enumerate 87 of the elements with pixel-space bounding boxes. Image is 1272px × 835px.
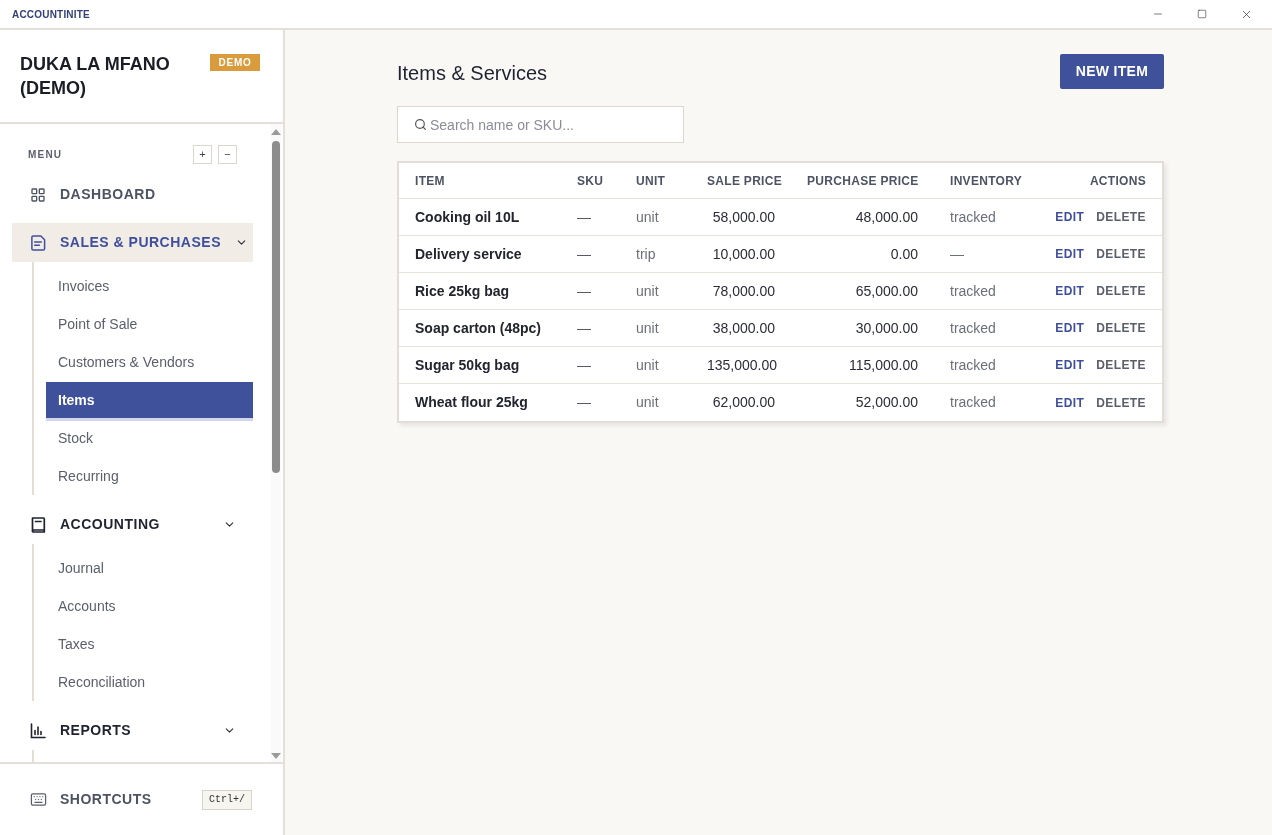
table-cell-text: tracked bbox=[949, 393, 997, 412]
nav-item[interactable]: Accounts bbox=[46, 588, 253, 624]
nav-group-item[interactable]: DASHBOARD bbox=[12, 175, 253, 214]
search-field[interactable]: Search name or SKU... bbox=[397, 106, 684, 143]
delete-button[interactable]: DELETE bbox=[1096, 356, 1146, 374]
table-cell-text: — bbox=[576, 207, 592, 227]
edit-button[interactable]: EDIT bbox=[1055, 319, 1085, 337]
table-cell-text: 38,000.00 bbox=[711, 318, 776, 338]
page-title: Items & Services bbox=[397, 61, 548, 86]
table-cell-text: tracked bbox=[949, 207, 997, 227]
table-cell-text: unit bbox=[635, 207, 660, 227]
delete-button[interactable]: DELETE bbox=[1096, 319, 1146, 337]
table-cell-text: 65,000.00 bbox=[854, 281, 919, 301]
nav-group-item[interactable]: SALES & PURCHASES bbox=[12, 223, 253, 262]
nav-item[interactable]: Customers & Vendors bbox=[46, 344, 253, 380]
table-cell-text: unit bbox=[635, 355, 660, 375]
nav-item[interactable]: Taxes bbox=[46, 626, 253, 662]
nav-item[interactable]: Stock bbox=[46, 420, 253, 456]
new-item-button[interactable]: NEW ITEM bbox=[1060, 54, 1164, 89]
expand-all-button[interactable]: + bbox=[193, 145, 212, 164]
column-header: ACTIONS bbox=[1088, 172, 1147, 190]
delete-button[interactable]: DELETE bbox=[1096, 245, 1146, 263]
table-cell-text: Delivery service bbox=[414, 244, 523, 264]
table-cell-text: unit bbox=[635, 393, 660, 412]
table-cell-text: 58,000.00 bbox=[711, 207, 776, 227]
edit-button[interactable]: EDIT bbox=[1055, 393, 1085, 412]
grid-icon bbox=[30, 186, 46, 203]
column-header: PURCHASE PRICE bbox=[806, 172, 920, 190]
table-cell-text: unit bbox=[635, 318, 660, 338]
table-cell-text: 52,000.00 bbox=[854, 393, 919, 412]
delete-button[interactable]: DELETE bbox=[1096, 393, 1146, 412]
table-cell-text: 0.00 bbox=[889, 244, 919, 264]
table-cell-text: tracked bbox=[949, 355, 997, 375]
table-cell-text: 135,000.00 bbox=[706, 355, 779, 375]
table-cell-text: — bbox=[576, 318, 592, 338]
nav-item[interactable]: Point of Sale bbox=[46, 306, 253, 342]
nav-item[interactable]: Recurring bbox=[46, 458, 253, 494]
keyboard-icon bbox=[30, 791, 47, 808]
collapse-all-button[interactable]: − bbox=[218, 145, 237, 164]
column-header: SKU bbox=[576, 172, 605, 190]
column-header: SALE PRICE bbox=[706, 172, 783, 190]
column-header: UNIT bbox=[635, 172, 667, 190]
table-cell-text: — bbox=[949, 244, 965, 264]
edit-button[interactable]: EDIT bbox=[1055, 245, 1085, 263]
table-cell-text: Wheat flour 25kg bbox=[414, 393, 529, 412]
nav-item[interactable]: Invoices bbox=[46, 268, 253, 304]
nav-item[interactable]: Reconciliation bbox=[46, 664, 253, 700]
table-cell-text: Rice 25kg bag bbox=[414, 281, 511, 301]
table-cell-text: trip bbox=[635, 244, 657, 264]
app-name: ACCOUNTINITE bbox=[11, 7, 90, 22]
table-cell-text: — bbox=[576, 244, 592, 264]
edit-button[interactable]: EDIT bbox=[1055, 208, 1085, 226]
column-header: INVENTORY bbox=[949, 172, 1024, 190]
delete-button[interactable]: DELETE bbox=[1096, 282, 1146, 300]
table-cell-text: Cooking oil 10L bbox=[414, 207, 521, 227]
table-cell-text: 30,000.00 bbox=[854, 318, 919, 338]
bar-chart-icon bbox=[30, 722, 46, 739]
table-cell-text: Sugar 50kg bag bbox=[414, 355, 521, 375]
company-name: DUKA LA MFANO (DEMO) bbox=[20, 53, 171, 100]
table-cell-text: 62,000.00 bbox=[711, 393, 776, 412]
table-cell-text: 78,000.00 bbox=[711, 281, 776, 301]
table-cell-text: unit bbox=[635, 281, 660, 301]
table-cell-text: — bbox=[576, 393, 592, 412]
demo-badge: DEMO bbox=[210, 54, 260, 71]
delete-button[interactable]: DELETE bbox=[1096, 208, 1146, 226]
edit-button[interactable]: EDIT bbox=[1055, 356, 1085, 374]
nav-item[interactable]: Items bbox=[46, 382, 253, 418]
table-cell-text: tracked bbox=[949, 281, 997, 301]
table-cell-text: — bbox=[576, 281, 592, 301]
table-cell-text: tracked bbox=[949, 318, 997, 338]
table-cell-text: — bbox=[576, 355, 592, 375]
table-cell-text: Soap carton (48pc) bbox=[414, 318, 543, 338]
maximize-icon[interactable] bbox=[1197, 9, 1207, 19]
nav-group-item[interactable]: REPORTS bbox=[12, 711, 253, 750]
nav-item[interactable]: Journal bbox=[46, 550, 253, 586]
edit-button[interactable]: EDIT bbox=[1055, 282, 1085, 300]
table-cell-text: 48,000.00 bbox=[854, 207, 919, 227]
book-icon bbox=[30, 516, 46, 533]
nav-group-item[interactable]: ACCOUNTING bbox=[12, 505, 253, 544]
shortcut-key: Ctrl+/ bbox=[202, 789, 252, 810]
table-cell-text: 10,000.00 bbox=[711, 244, 776, 264]
search-icon bbox=[414, 118, 427, 131]
table-cell-text: 115,000.00 bbox=[847, 355, 919, 375]
shortcuts-label: SHORTCUTS bbox=[60, 790, 152, 809]
menu-label: MENU bbox=[28, 148, 63, 162]
document-icon bbox=[30, 234, 46, 251]
column-header: ITEM bbox=[414, 172, 446, 190]
